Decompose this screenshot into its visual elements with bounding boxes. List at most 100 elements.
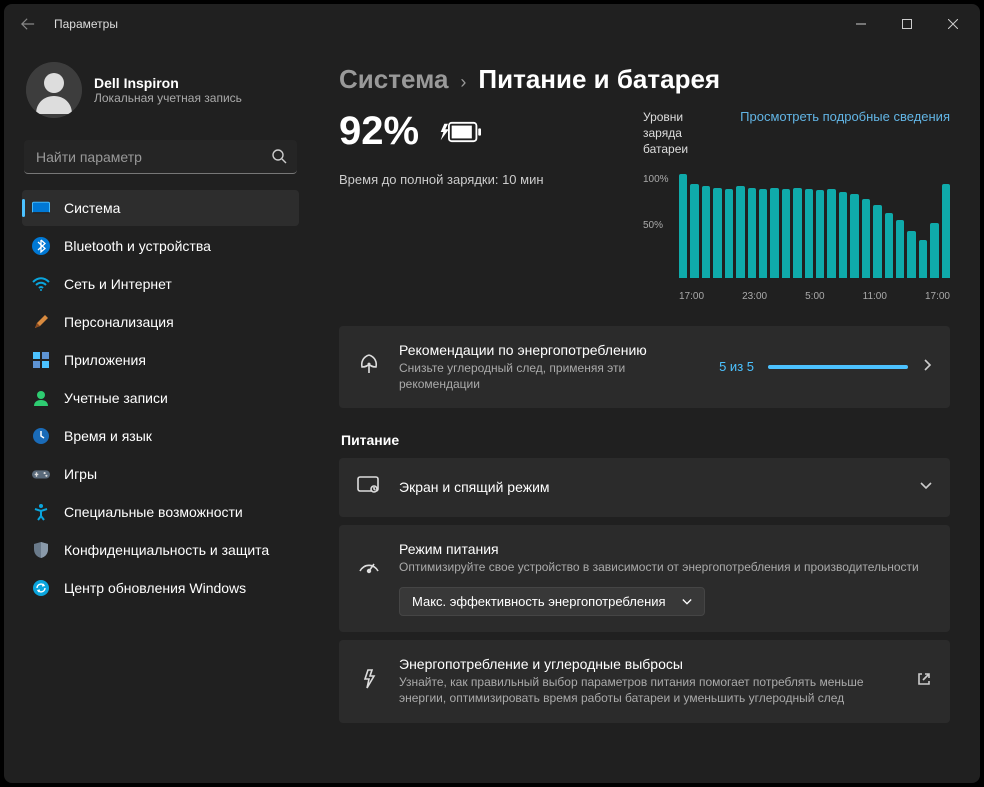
sidebar-item-label: Конфиденциальность и защита xyxy=(64,542,269,558)
battery-charging-icon xyxy=(437,119,481,145)
card-sub: Узнайте, как правильный выбор параметров… xyxy=(399,674,898,706)
screen-sleep-card[interactable]: Экран и спящий режим xyxy=(339,458,950,517)
brush-icon xyxy=(32,313,50,331)
leaf-icon xyxy=(357,352,381,381)
wifi-icon xyxy=(32,275,50,293)
chart-bar xyxy=(805,189,813,277)
search-icon xyxy=(271,148,287,169)
power-mode-card: Режим питания Оптимизируйте свое устройс… xyxy=(339,525,950,632)
search-input[interactable] xyxy=(24,140,297,174)
reco-progress xyxy=(768,365,908,369)
chart-bar xyxy=(930,223,938,277)
chart-bar xyxy=(827,189,835,277)
chart-x-axis: 17:00 23:00 5:00 11:00 17:00 xyxy=(679,291,950,302)
screen-icon xyxy=(357,474,381,501)
sidebar-item-label: Учетные записи xyxy=(64,390,168,406)
page-title: Питание и батарея xyxy=(478,64,720,95)
sidebar-item-apps[interactable]: Приложения xyxy=(22,342,299,378)
search-box[interactable] xyxy=(24,140,297,174)
maximize-button[interactable] xyxy=(884,4,930,44)
energy-icon xyxy=(357,668,381,695)
gamepad-icon xyxy=(32,465,50,483)
power-mode-dropdown[interactable]: Макс. эффективность энергопотребления xyxy=(399,587,705,616)
chart-bar xyxy=(862,199,870,278)
system-icon xyxy=(32,199,50,217)
chevron-right-icon: › xyxy=(460,72,466,93)
update-icon xyxy=(32,579,50,597)
user-block[interactable]: Dell Inspiron Локальная учетная запись xyxy=(22,56,299,132)
chevron-down-icon xyxy=(920,480,932,494)
chart-y-axis: 100% 50% xyxy=(643,174,675,278)
chevron-right-icon xyxy=(922,359,932,374)
sidebar-item-label: Игры xyxy=(64,466,97,482)
sidebar-item-network[interactable]: Сеть и Интернет xyxy=(22,266,299,302)
gauge-icon xyxy=(357,555,381,580)
sidebar-item-update[interactable]: Центр обновления Windows xyxy=(22,570,299,606)
chart-bar xyxy=(873,205,881,278)
chart-bars xyxy=(679,174,950,278)
sidebar-item-label: Персонализация xyxy=(64,314,174,330)
chart-bar xyxy=(919,240,927,277)
card-title: Режим питания xyxy=(399,541,932,557)
chart-bar xyxy=(713,188,721,277)
card-title: Рекомендации по энергопотреблению xyxy=(399,342,701,358)
chart-bar xyxy=(702,186,710,278)
card-sub: Оптимизируйте свое устройство в зависимо… xyxy=(399,559,932,575)
battery-percent: 92% xyxy=(339,109,419,154)
sidebar-item-label: Приложения xyxy=(64,352,146,368)
close-button[interactable] xyxy=(930,4,976,44)
sidebar-item-time[interactable]: Время и язык xyxy=(22,418,299,454)
sidebar-item-gaming[interactable]: Игры xyxy=(22,456,299,492)
dropdown-value: Макс. эффективность энергопотребления xyxy=(412,594,666,609)
clock-icon xyxy=(32,427,50,445)
breadcrumb-parent[interactable]: Система xyxy=(339,64,448,95)
chevron-down-icon xyxy=(682,594,692,609)
minimize-button[interactable] xyxy=(838,4,884,44)
card-title: Энергопотребление и углеродные выбросы xyxy=(399,656,898,672)
sidebar-item-personalization[interactable]: Персонализация xyxy=(22,304,299,340)
sidebar-item-label: Bluetooth и устройства xyxy=(64,238,211,254)
sidebar-item-accessibility[interactable]: Специальные возможности xyxy=(22,494,299,530)
chart-bar xyxy=(759,189,767,277)
chart-bar xyxy=(907,231,915,278)
sidebar-item-label: Время и язык xyxy=(64,428,152,444)
sidebar-item-label: Специальные возможности xyxy=(64,504,243,520)
sidebar-item-label: Система xyxy=(64,200,120,216)
shield-icon xyxy=(32,541,50,559)
nav: Система Bluetooth и устройства Сеть и Ин… xyxy=(22,190,299,606)
user-sub: Локальная учетная запись xyxy=(94,91,242,105)
chart-details-link[interactable]: Просмотреть подробные сведения xyxy=(740,109,950,124)
chart-bar xyxy=(942,184,950,278)
chart-title: Уровни заряда батареи xyxy=(643,109,713,158)
chart-bar xyxy=(782,189,790,277)
chart-bar xyxy=(690,184,698,278)
carbon-card[interactable]: Энергопотребление и углеродные выбросы У… xyxy=(339,640,950,722)
user-name: Dell Inspiron xyxy=(94,75,242,91)
titlebar: Параметры xyxy=(4,4,980,44)
sidebar-item-system[interactable]: Система xyxy=(22,190,299,226)
chart-bar xyxy=(736,186,744,278)
chart-bar xyxy=(850,194,858,277)
back-button[interactable] xyxy=(8,4,48,44)
sidebar-item-privacy[interactable]: Конфиденциальность и защита xyxy=(22,532,299,568)
chart-bar xyxy=(793,188,801,277)
energy-recommendations-card[interactable]: Рекомендации по энергопотреблению Снизьт… xyxy=(339,326,950,408)
reco-count: 5 из 5 xyxy=(719,359,754,374)
sidebar-item-accounts[interactable]: Учетные записи xyxy=(22,380,299,416)
breadcrumb: Система › Питание и батарея xyxy=(339,64,950,95)
chart-bar xyxy=(679,174,687,278)
sidebar-item-bluetooth[interactable]: Bluetooth и устройства xyxy=(22,228,299,264)
chart-bar xyxy=(725,189,733,277)
person-icon xyxy=(32,389,50,407)
chart-bar xyxy=(885,213,893,277)
accessibility-icon xyxy=(32,503,50,521)
card-sub: Снизьте углеродный след, применяя эти ре… xyxy=(399,360,701,392)
card-title: Экран и спящий режим xyxy=(399,479,902,495)
sidebar: Dell Inspiron Локальная учетная запись С… xyxy=(4,44,309,783)
battery-chart: Уровни заряда батареи Просмотреть подроб… xyxy=(643,109,950,302)
chart-bar xyxy=(748,188,756,277)
apps-icon xyxy=(32,351,50,369)
sidebar-item-label: Центр обновления Windows xyxy=(64,580,246,596)
chart-bar xyxy=(816,190,824,277)
sidebar-item-label: Сеть и Интернет xyxy=(64,276,172,292)
